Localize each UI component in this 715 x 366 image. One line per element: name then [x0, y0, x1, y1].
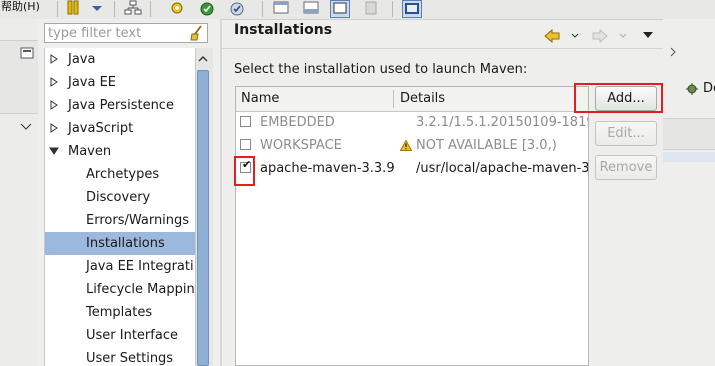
right-panel-toolbar: [670, 47, 676, 57]
tree-item[interactable]: Java EE Integrati: [45, 255, 195, 278]
tree-item-label: Templates: [86, 305, 153, 320]
scroll-up-icon[interactable]: [196, 52, 210, 66]
tree-item[interactable]: Installations: [45, 232, 195, 255]
tree-item-label: Maven: [68, 144, 112, 159]
installation-name: WORKSPACE: [260, 138, 342, 153]
disabled-icon: [362, 0, 380, 16]
tree-item-label: Errors/Warnings: [86, 213, 190, 228]
toolbar-separator: [57, 1, 58, 17]
collapsed-arrow-icon[interactable]: [49, 100, 59, 110]
column-separator[interactable]: [393, 90, 394, 108]
table-row[interactable]: ✔ apache-maven-3.3.9/usr/local/apache-mav…: [236, 157, 588, 180]
panel-icon[interactable]: [302, 0, 320, 16]
installation-name: EMBEDDED: [260, 115, 335, 130]
maximize-icon[interactable]: [330, 0, 350, 18]
collapsed-arrow-icon[interactable]: [49, 77, 59, 87]
toolbar-separator: [392, 1, 393, 17]
tree-item[interactable]: Errors/Warnings: [45, 209, 195, 232]
right-panel-band: [663, 118, 715, 150]
instruction-text: Select the installation used to launch M…: [234, 62, 528, 77]
tree-item-label: Installations: [86, 236, 165, 251]
add-button-highlight: [574, 83, 663, 113]
forward-arrow-icon: [592, 28, 608, 44]
tree-item[interactable]: Discovery: [45, 186, 195, 209]
layout-icon[interactable]: [66, 0, 84, 16]
tree-item-label: Java EE: [68, 75, 117, 90]
installation-checkbox[interactable]: [240, 116, 251, 127]
installation-name: apache-maven-3.3.9: [260, 161, 395, 176]
toolbar-separator: [150, 1, 151, 17]
tree-item-label: Java Persistence: [68, 98, 174, 113]
collapse-arrow-icon: [20, 123, 32, 130]
right-panel-row: [663, 152, 715, 162]
tree-item-label: User Interface: [86, 328, 178, 343]
table-header: Name Details: [236, 87, 588, 112]
check-gear-icon[interactable]: [228, 0, 246, 16]
clear-filter-icon[interactable]: [189, 25, 205, 41]
window-icon[interactable]: [272, 0, 290, 16]
filter-input[interactable]: [45, 24, 189, 42]
collapsed-arrow-icon[interactable]: [49, 123, 59, 133]
bug-gear-icon: [686, 83, 698, 95]
tree-item[interactable]: Archetypes: [45, 163, 195, 186]
tree-item[interactable]: Templates: [45, 301, 195, 324]
collapsed-arrow-icon[interactable]: [49, 54, 59, 64]
tree-item-label: JavaScript: [68, 121, 134, 136]
tree-item-label: Java: [68, 52, 96, 67]
header-separator: [222, 48, 715, 49]
sun-gear-icon[interactable]: [168, 0, 186, 16]
tree-item[interactable]: Java: [45, 48, 195, 71]
tree-item-label: Java EE Integrati: [86, 259, 194, 274]
tree-item-label: Lifecycle Mappin: [86, 282, 195, 297]
tree-item[interactable]: Lifecycle Mappin: [45, 278, 195, 301]
right-background-panel: [663, 19, 715, 366]
installation-checkbox[interactable]: [240, 139, 251, 150]
tree-item-label: User Settings: [86, 351, 174, 366]
menu-help[interactable]: 帮助(H): [1, 0, 40, 14]
page-title: Installations: [234, 22, 333, 38]
screen-icon[interactable]: [402, 0, 422, 18]
back-arrow-icon[interactable]: [543, 28, 561, 44]
scrollbar-thumb[interactable]: [197, 70, 209, 366]
checkbox-highlight: [234, 156, 255, 186]
remove-button[interactable]: Remove: [595, 155, 657, 180]
right-panel-label: De: [703, 81, 715, 96]
column-header-details[interactable]: Details: [400, 87, 445, 111]
table-row[interactable]: WORKSPACE NOT AVAILABLE [3.0,): [236, 134, 588, 157]
hierarchy-icon[interactable]: [124, 0, 142, 16]
pane-divider[interactable]: [220, 19, 222, 366]
tree-item-label: Discovery: [86, 190, 151, 205]
filter-field[interactable]: [44, 23, 208, 43]
view-icon: [20, 47, 34, 59]
back-history-chevron-icon[interactable]: [571, 33, 579, 39]
edit-button[interactable]: Edit...: [595, 121, 657, 146]
expanded-arrow-icon[interactable]: [49, 146, 59, 156]
refresh-gear-icon[interactable]: [198, 0, 216, 16]
tree-item[interactable]: Java EE: [45, 71, 195, 94]
tree-item[interactable]: User Settings: [45, 347, 195, 366]
tree-item[interactable]: JavaScript: [45, 117, 195, 140]
installation-details: /usr/local/apache-maven-3: [416, 161, 588, 176]
installation-details: NOT AVAILABLE [3.0,): [416, 138, 557, 153]
view-menu-icon[interactable]: [643, 32, 653, 39]
warning-icon: [400, 140, 412, 151]
installation-details: 3.2.1/1.5.1.20150109-1819: [416, 115, 588, 130]
tree-item[interactable]: User Interface: [45, 324, 195, 347]
preferences-tree: Java Java EE Java Persistence JavaScript Mav…: [44, 48, 195, 366]
column-header-name[interactable]: Name: [241, 87, 279, 111]
tree-item[interactable]: Maven: [45, 140, 195, 163]
chevron-down-icon[interactable]: [88, 0, 106, 16]
table-row[interactable]: EMBEDDED 3.2.1/1.5.1.20150109-1819: [236, 111, 588, 134]
forward-history-chevron-icon: [619, 33, 627, 38]
tree-item-label: Archetypes: [86, 167, 160, 182]
page-navigation: [543, 28, 663, 44]
toolbar-separator: [114, 1, 115, 17]
tree-item[interactable]: Java Persistence: [45, 94, 195, 117]
workspace-left-toolbar: [0, 40, 38, 130]
main-toolbar: [0, 0, 715, 20]
toolbar-separator: [262, 1, 263, 17]
installations-table: Name Details EMBEDDED 3.2.1/1.5.1.2015010…: [235, 86, 589, 366]
